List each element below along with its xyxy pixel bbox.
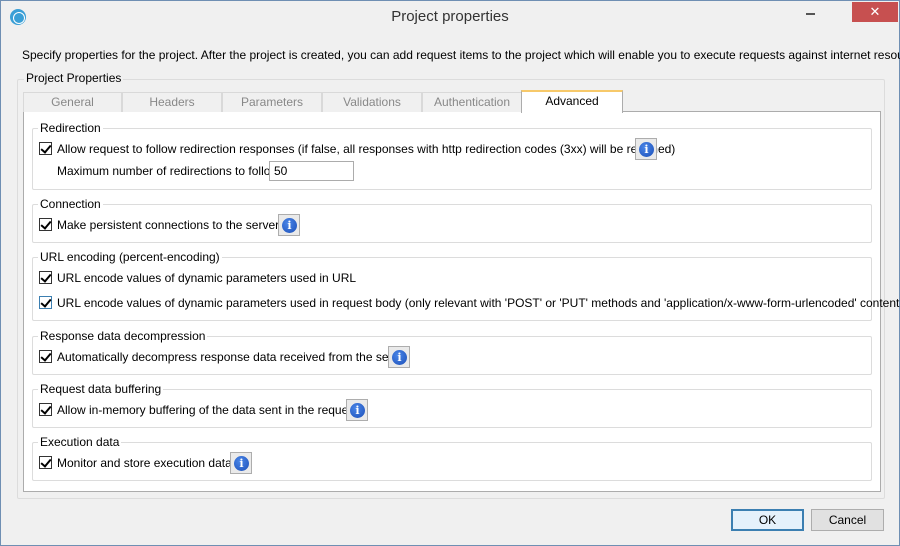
redirection-section bbox=[32, 128, 872, 190]
buffering-label[interactable]: Allow in-memory buffering of the data se… bbox=[57, 403, 358, 417]
project-properties-label: Project Properties bbox=[24, 71, 124, 85]
connection-title: Connection bbox=[38, 197, 103, 211]
buffering-checkbox[interactable] bbox=[39, 403, 52, 416]
project-properties-dialog: Project properties ✕ Specify properties … bbox=[0, 0, 900, 546]
execution-title: Execution data bbox=[38, 435, 122, 449]
tab-headers[interactable]: Headers bbox=[122, 92, 222, 112]
monitor-execution-checkbox[interactable] bbox=[39, 456, 52, 469]
info-icon: i bbox=[639, 142, 654, 157]
close-button[interactable]: ✕ bbox=[852, 2, 898, 22]
decompression-title: Response data decompression bbox=[38, 329, 208, 343]
info-icon: i bbox=[234, 456, 249, 471]
minimize-button[interactable] bbox=[797, 2, 823, 22]
url-encode-url-label[interactable]: URL encode values of dynamic parameters … bbox=[57, 271, 356, 285]
follow-redirects-checkbox[interactable] bbox=[39, 142, 52, 155]
redirection-info-button[interactable]: i bbox=[635, 138, 657, 160]
tab-parameters[interactable]: Parameters bbox=[222, 92, 322, 112]
info-icon: i bbox=[350, 403, 365, 418]
persistent-connections-label[interactable]: Make persistent connections to the serve… bbox=[57, 218, 285, 232]
buffering-info-button[interactable]: i bbox=[346, 399, 368, 421]
execution-info-button[interactable]: i bbox=[230, 452, 252, 474]
title-bar[interactable]: Project properties ✕ bbox=[1, 1, 899, 32]
persistent-connections-checkbox[interactable] bbox=[39, 218, 52, 231]
info-icon: i bbox=[392, 350, 407, 365]
connection-info-button[interactable]: i bbox=[278, 214, 300, 236]
max-redirections-input[interactable]: 50 bbox=[269, 161, 354, 181]
info-icon: i bbox=[282, 218, 297, 233]
cancel-button[interactable]: Cancel bbox=[811, 509, 884, 531]
buffering-title: Request data buffering bbox=[38, 382, 164, 396]
tab-validations[interactable]: Validations bbox=[322, 92, 422, 112]
decompress-label[interactable]: Automatically decompress response data r… bbox=[57, 350, 409, 364]
window-title: Project properties bbox=[391, 8, 509, 25]
url-encode-body-label[interactable]: URL encode values of dynamic parameters … bbox=[57, 296, 900, 310]
intro-text: Specify properties for the project. Afte… bbox=[22, 48, 900, 62]
redirection-title: Redirection bbox=[38, 121, 103, 135]
url-encode-body-checkbox[interactable] bbox=[39, 296, 52, 309]
decompress-checkbox[interactable] bbox=[39, 350, 52, 363]
tab-general[interactable]: General bbox=[23, 92, 122, 112]
url-encoding-title: URL encoding (percent-encoding) bbox=[38, 250, 222, 264]
follow-redirects-label[interactable]: Allow request to follow redirection resp… bbox=[57, 142, 675, 156]
tab-authentication[interactable]: Authentication bbox=[422, 92, 522, 112]
decompression-info-button[interactable]: i bbox=[388, 346, 410, 368]
ok-button[interactable]: OK bbox=[731, 509, 804, 531]
tab-advanced[interactable]: Advanced bbox=[521, 90, 623, 113]
max-redirections-label: Maximum number of redirections to follow… bbox=[57, 164, 283, 178]
url-encode-url-checkbox[interactable] bbox=[39, 271, 52, 284]
monitor-execution-label[interactable]: Monitor and store execution data bbox=[57, 456, 232, 470]
url-encoding-section bbox=[32, 257, 872, 321]
